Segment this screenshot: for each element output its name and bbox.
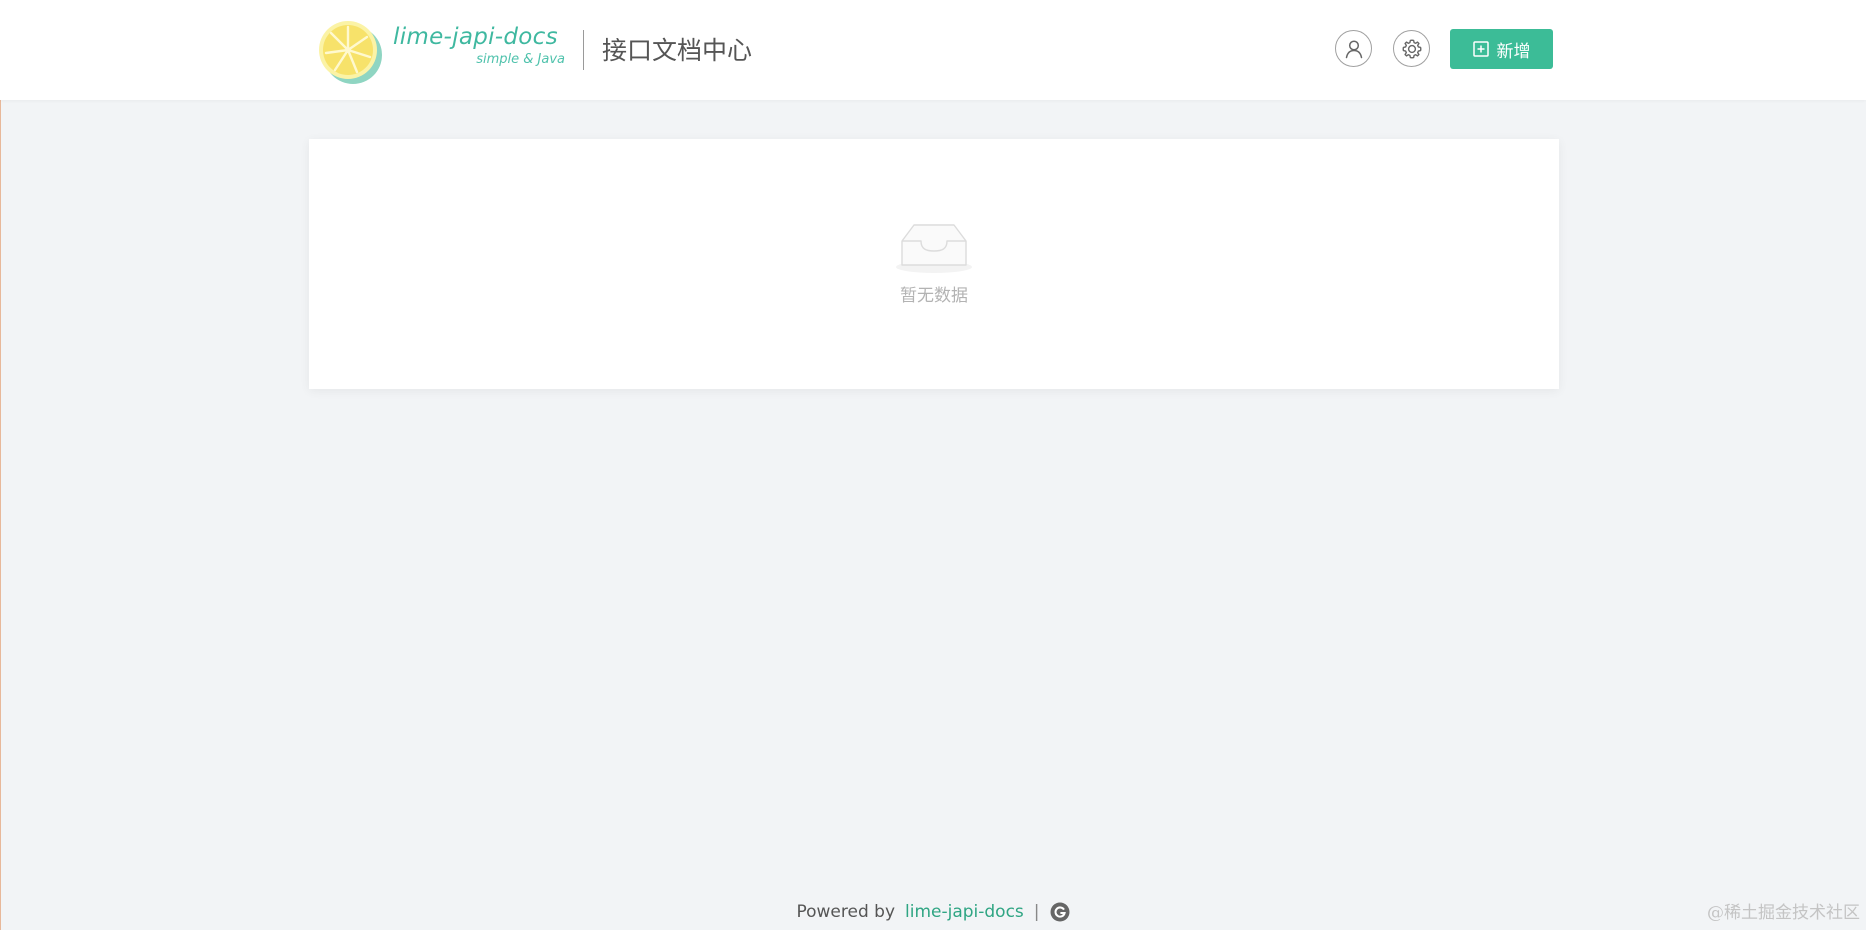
add-square-icon	[1472, 41, 1489, 57]
powered-by-text: Powered by	[796, 902, 895, 922]
window-left-edge	[0, 0, 1, 930]
footer-project-link[interactable]: lime-japi-docs	[905, 902, 1024, 922]
footer-separator: |	[1033, 902, 1040, 922]
user-button[interactable]	[1335, 30, 1372, 67]
github-icon[interactable]	[1050, 902, 1070, 922]
header-inner: lime-japi-docs simple & Java 接口文档中心 新增	[317, 0, 1553, 100]
top-header: lime-japi-docs simple & Java 接口文档中心 新增	[0, 0, 1866, 100]
lemon-logo-icon	[319, 21, 382, 84]
add-button-label: 新增	[1496, 41, 1531, 62]
add-new-button[interactable]: 新增	[1450, 29, 1553, 69]
inbox-icon	[896, 224, 972, 273]
content-card: 暂无数据	[309, 139, 1559, 389]
watermark-text: @稀土掘金技术社区	[1707, 903, 1860, 923]
brand-block[interactable]: lime-japi-docs simple & Java	[393, 22, 565, 68]
brand-name: lime-japi-docs	[393, 24, 558, 50]
page-title: 接口文档中心	[602, 36, 753, 65]
settings-button[interactable]	[1393, 30, 1430, 67]
footer: Powered by lime-japi-docs |	[0, 899, 1866, 925]
gear-icon	[1402, 39, 1421, 58]
empty-state-text: 暂无数据	[900, 286, 968, 306]
brand-tagline: simple & Java	[476, 52, 565, 67]
header-divider	[583, 30, 584, 70]
user-icon	[1345, 39, 1362, 58]
